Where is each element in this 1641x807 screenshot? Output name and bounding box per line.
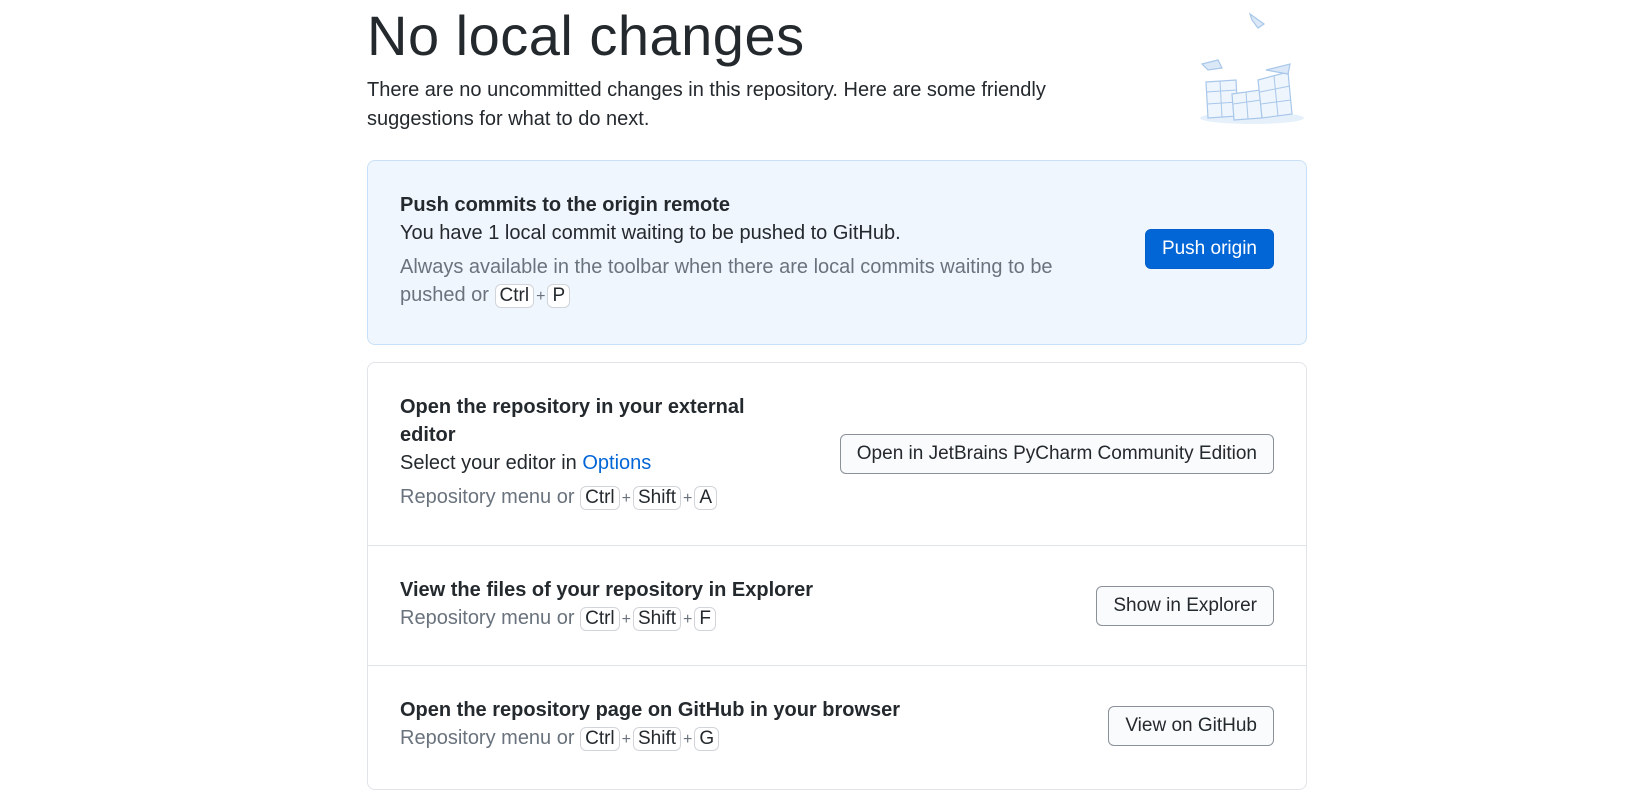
kbd-a: A (694, 486, 718, 510)
push-origin-row: Push commits to the origin remote You ha… (368, 161, 1306, 311)
view-github-hint-text: Repository menu or (400, 727, 575, 749)
main-content: No local changes There are no uncommitte… (367, 0, 1307, 790)
open-editor-row: Open the repository in your external edi… (368, 363, 1306, 545)
kbd-plus: + (683, 490, 693, 507)
push-origin-description: You have 1 local commit waiting to be pu… (400, 222, 901, 244)
show-explorer-hint-text: Repository menu or (400, 607, 575, 629)
kbd-plus: + (683, 611, 693, 628)
open-editor-description-text: Select your editor in (400, 452, 577, 474)
show-explorer-row: View the files of your repository in Exp… (368, 545, 1306, 665)
page-title: No local changes (367, 4, 805, 67)
kbd-p: P (547, 284, 571, 308)
kbd-plus: + (621, 611, 631, 628)
open-editor-title: Open the repository in your external edi… (400, 396, 745, 446)
show-in-explorer-button[interactable]: Show in Explorer (1096, 586, 1274, 626)
kbd-shift: Shift (633, 727, 682, 751)
kbd-ctrl: Ctrl (580, 486, 620, 510)
open-editor-hint-text: Repository menu or (400, 486, 575, 508)
push-origin-button[interactable]: Push origin (1144, 229, 1274, 269)
kbd-ctrl: Ctrl (580, 727, 620, 751)
kbd-shift: Shift (633, 486, 682, 510)
open-in-editor-button[interactable]: Open in JetBrains PyCharm Community Edit… (839, 434, 1274, 474)
suggestions-card: Open the repository in your external edi… (367, 362, 1307, 790)
kbd-ctrl: Ctrl (494, 284, 535, 308)
no-changes-page: No local changes There are no uncommitte… (0, 0, 1641, 807)
options-link[interactable]: Options (582, 452, 651, 474)
page-intro: There are no uncommitted changes in this… (367, 79, 1046, 130)
kbd-plus: + (536, 288, 546, 305)
kbd-plus: + (621, 731, 631, 748)
kbd-g: G (694, 727, 720, 751)
kbd-plus: + (683, 731, 693, 748)
kbd-shift: Shift (633, 607, 682, 631)
kbd-ctrl: Ctrl (580, 607, 620, 631)
push-origin-card: Push commits to the origin remote You ha… (367, 160, 1307, 345)
kbd-plus: + (621, 490, 631, 507)
view-on-github-button[interactable]: View on GitHub (1108, 706, 1274, 746)
kbd-f: F (694, 607, 716, 631)
open-editor-hint: Repository menu or Ctrl + Shift + A (400, 483, 1274, 513)
view-github-row: Open the repository page on GitHub in yo… (368, 665, 1306, 789)
push-origin-title: Push commits to the origin remote (400, 194, 731, 216)
push-origin-hint: Always available in the toolbar when the… (400, 253, 1080, 311)
